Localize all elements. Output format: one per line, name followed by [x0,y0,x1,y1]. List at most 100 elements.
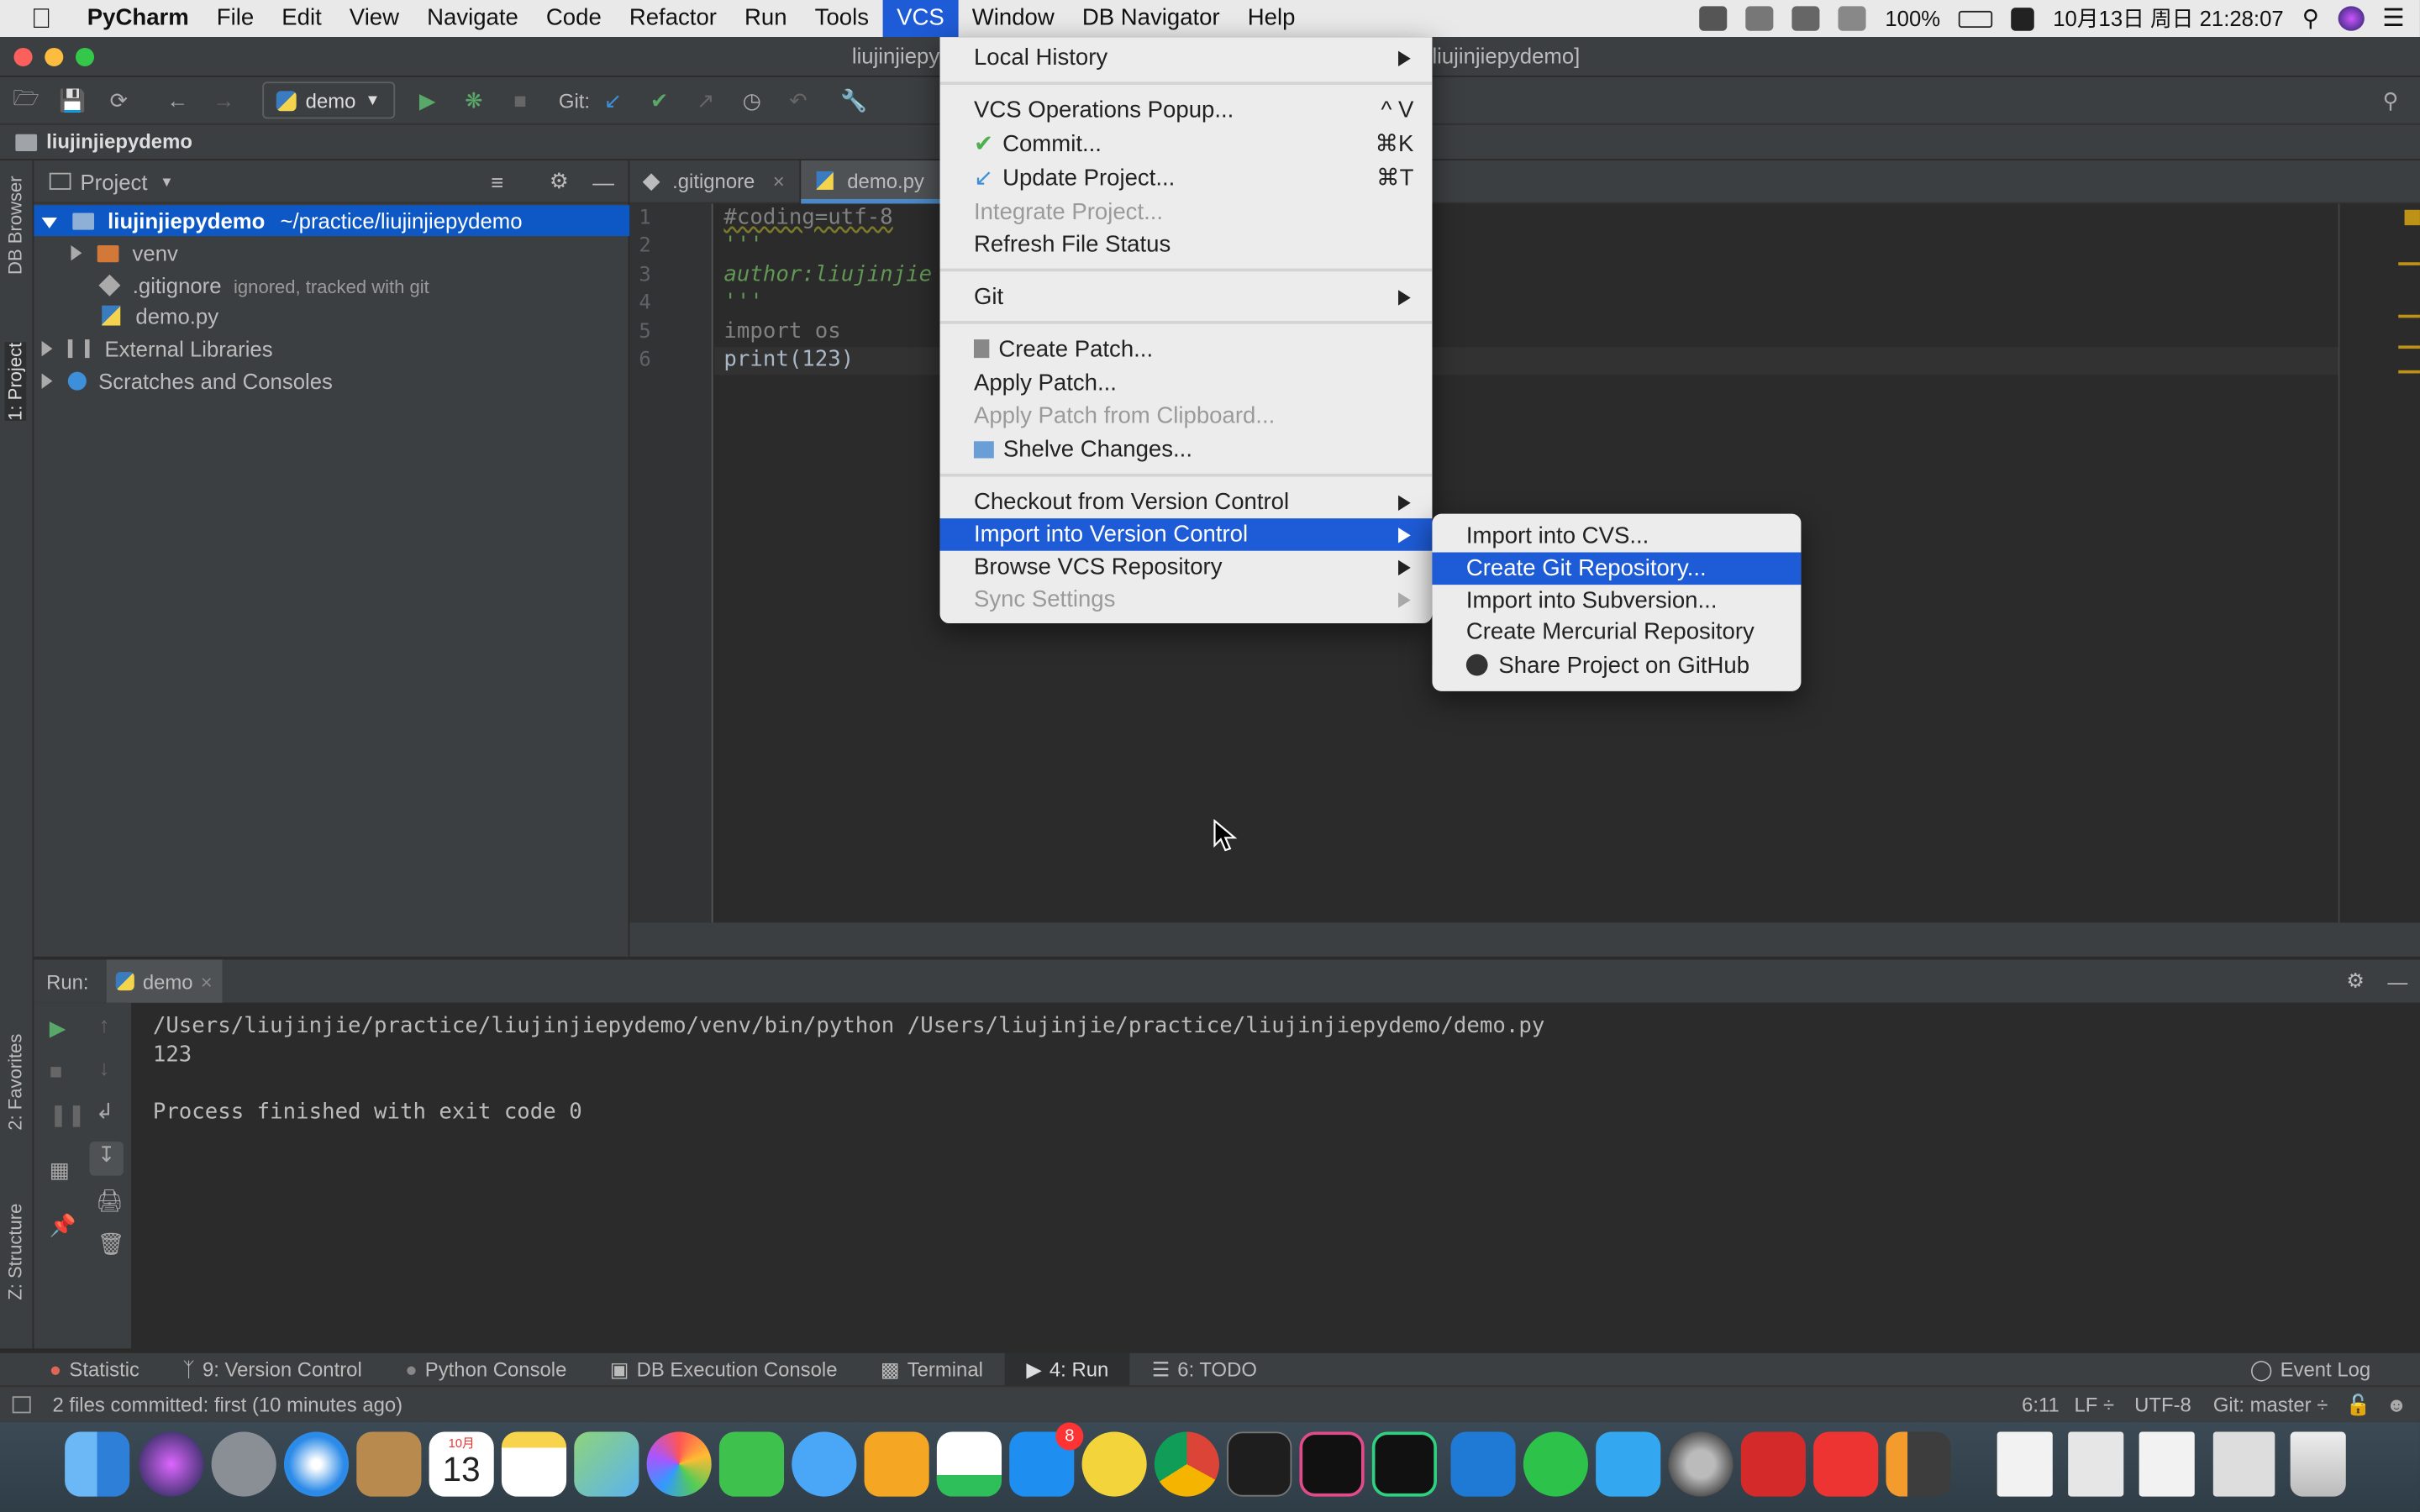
close-window-button[interactable] [13,47,33,66]
chevron-down-icon[interactable]: ▼ [160,174,173,189]
close-tab-icon[interactable]: × [201,969,213,993]
cursor-position[interactable]: 6:11 [2022,1387,2060,1422]
search-app-icon[interactable] [1792,6,1821,31]
menu-window[interactable]: Window [958,0,1068,37]
history-icon[interactable]: ◷ [735,83,769,117]
app-menu[interactable]: PyCharm [73,0,203,37]
menu-view[interactable]: View [335,0,413,37]
code-line[interactable]: import os [723,319,840,344]
project-view-select[interactable]: Project [81,169,148,193]
apple-icon[interactable]:  [0,0,73,37]
inspector-icon[interactable]: ☻ [2386,1387,2407,1422]
numbers-icon[interactable] [936,1431,1002,1497]
youdao-icon[interactable] [1740,1431,1806,1497]
tree-item-venv[interactable]: venv [34,238,629,269]
spotlight-icon[interactable]: ⚲ [2302,5,2319,32]
wechat-icon[interactable] [1699,6,1728,31]
launchpad-icon[interactable] [211,1431,276,1497]
code-line[interactable]: #coding=utf-8 [723,205,892,229]
chrome-icon[interactable] [1154,1431,1219,1497]
tree-item-project-root[interactable]: liujinjiepydemo ~/practice/liujinjiepyde… [34,205,630,237]
menu-item-git[interactable]: Git [940,281,1433,313]
menu-item-commit[interactable]: ✔ Commit... ⌘K [940,128,1433,160]
gear-icon[interactable]: ⚙ [2346,969,2364,993]
settings-wrench-icon[interactable]: 🔧 [837,83,871,117]
lock-icon[interactable]: 🔓 [2346,1387,2371,1422]
close-tab-icon[interactable]: × [773,170,785,193]
down-arrow-icon[interactable]: ↓ [99,1055,110,1079]
hide-panel-icon[interactable]: — [2387,969,2407,993]
menu-item-import-into-cvs[interactable]: Import into CVS... [1432,520,1801,553]
send-icon[interactable] [1746,6,1775,31]
notification-center-icon[interactable]: ☰ [2382,3,2404,34]
menu-item-browse-vcs-repository[interactable]: Browse VCS Repository [940,551,1433,584]
menu-item-update-project[interactable]: ↙ Update Project... ⌘T [940,162,1433,195]
facetime-icon[interactable] [718,1431,785,1497]
code-line[interactable]: ''' [723,290,762,314]
zip-file-icon[interactable] [2139,1431,2195,1497]
pdf-icon[interactable] [1813,1431,1879,1497]
zoom-window-button[interactable] [75,47,95,66]
minimize-window-button[interactable] [45,47,64,66]
menu-vcs[interactable]: VCS [882,0,959,38]
menu-help[interactable]: Help [1234,0,1309,37]
run-console[interactable]: /Users/liujinjie/practice/liujinjiepydem… [132,1002,2420,1349]
document-icon[interactable] [2212,1431,2275,1497]
wechat-icon[interactable] [1523,1431,1588,1497]
git-update-icon[interactable]: ↙ [596,83,629,117]
forward-icon[interactable]: → [207,83,240,117]
layout-icon[interactable]: ▦ [50,1158,70,1184]
tab-statistic[interactable]: ● Statistic [0,1357,161,1381]
app-store-icon[interactable]: 8 [1009,1422,1084,1497]
keynote-icon[interactable] [864,1431,929,1497]
debug-icon[interactable]: ❋ [457,83,491,117]
menu-navigate[interactable]: Navigate [413,0,533,37]
expand-arrow-icon[interactable] [41,217,57,228]
contacts-icon[interactable] [356,1431,422,1497]
menu-edit[interactable]: Edit [268,0,336,37]
messages-icon[interactable] [792,1431,857,1497]
warning-marker[interactable] [2404,209,2420,226]
music-icon[interactable] [1081,1431,1147,1497]
print-icon[interactable]: 🖨 [96,1188,124,1214]
photos-icon[interactable] [646,1431,712,1497]
pause-icon[interactable]: ❚❚ [50,1101,86,1127]
code-line[interactable]: ''' [723,233,762,257]
notes-icon[interactable] [501,1431,567,1497]
trash-icon[interactable] [2290,1431,2346,1497]
run-tab-demo[interactable]: demo × [107,959,222,1003]
run-icon[interactable]: ▶ [411,83,445,117]
toggle-tool-windows-icon[interactable] [12,1396,31,1414]
save-icon[interactable]: 💾 [55,83,89,117]
system-preferences-icon[interactable] [1668,1431,1733,1497]
tab-version-control[interactable]: ᛉ 9: Version Control [161,1357,384,1381]
menu-item-local-history[interactable]: Local History [940,42,1433,75]
menu-item-create-patch[interactable]: Create Patch... [940,333,1433,366]
back-icon[interactable]: ← [160,83,194,117]
maps-icon[interactable] [574,1431,639,1497]
zip-file-icon[interactable] [1996,1431,2053,1497]
siri-icon[interactable] [139,1431,204,1497]
finder-icon[interactable] [65,1431,130,1497]
menu-item-checkout[interactable]: Checkout from Version Control [940,486,1433,519]
line-separator[interactable]: LF ÷ [2075,1387,2115,1422]
stop-icon[interactable]: ■ [50,1058,63,1083]
code-line[interactable]: author:liujinjie [723,262,932,286]
gear-icon[interactable]: ⚙ [550,168,569,194]
tab-gitignore[interactable]: .gitignore × [629,160,802,204]
sublime-icon[interactable] [1886,1431,1951,1497]
calendar-icon[interactable]: 10月 13 [429,1431,494,1497]
menu-item-refresh-file-status[interactable]: Refresh File Status [940,228,1433,261]
event-log-button[interactable]: ◯ Event Log [2228,1357,2392,1381]
trash-icon[interactable]: 🗑 [97,1231,125,1257]
menu-item-create-mercurial-repository[interactable]: Create Mercurial Repository [1432,616,1801,648]
siri-icon[interactable] [2337,6,2365,31]
favorites-tab[interactable]: 2: Favorites [5,1034,27,1131]
git-commit-icon[interactable]: ✔ [642,83,676,117]
db-browser-tab[interactable]: DB Browser [5,176,27,275]
open-icon[interactable]: 🗁 [9,83,43,117]
structure-tab[interactable]: Z: Structure [5,1204,27,1300]
git-push-icon[interactable]: ↗ [689,83,723,117]
player-icon[interactable] [1596,1431,1661,1497]
collapse-arrow-icon[interactable] [71,245,82,261]
